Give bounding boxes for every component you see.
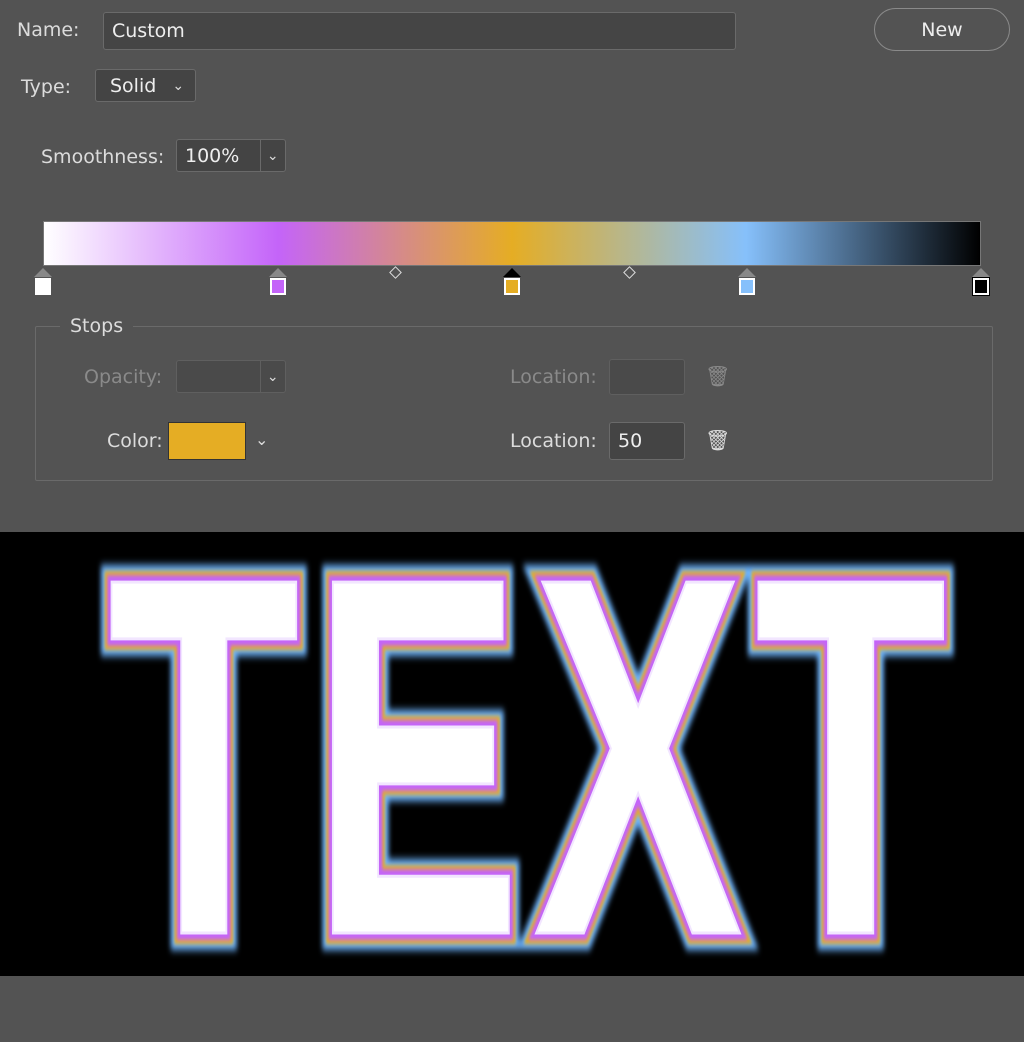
type-select[interactable]: Solid ⌄: [95, 69, 196, 102]
color-location-label: Location:: [510, 430, 597, 452]
stop-swatch: [738, 278, 755, 295]
stop-swatch: [972, 277, 990, 296]
preview-text: TEXT: [107, 472, 959, 1042]
type-value: Solid: [110, 74, 157, 97]
stop-swatch: [269, 278, 286, 295]
midpoint-diamond-icon[interactable]: [388, 266, 402, 279]
chevron-down-icon: ⌄: [172, 77, 185, 94]
opacity-label: Opacity:: [84, 366, 163, 388]
midpoint-diamond-icon[interactable]: [623, 266, 637, 279]
type-label: Type:: [21, 76, 72, 98]
smoothness-input[interactable]: 100% ⌄: [176, 139, 286, 172]
gradient-bar[interactable]: [43, 221, 981, 266]
opacity-location-label: Location:: [510, 366, 597, 388]
smoothness-value: 100%: [185, 144, 240, 167]
stop-marker-icon: [34, 268, 52, 277]
stops-title: Stops: [70, 315, 124, 337]
color-stop[interactable]: [971, 268, 991, 296]
stop-swatch: [35, 278, 51, 295]
color-stop[interactable]: [502, 268, 522, 295]
stop-marker-icon: [503, 268, 521, 277]
color-stop[interactable]: [33, 268, 53, 295]
stop-marker-icon: [737, 268, 756, 277]
delete-stop-icon[interactable]: 🗑: [705, 428, 730, 452]
smoothness-label: Smoothness:: [41, 146, 165, 168]
chevron-down-icon[interactable]: ⌄: [255, 430, 268, 449]
name-label: Name:: [17, 19, 80, 41]
color-stop[interactable]: [737, 268, 757, 295]
color-label: Color:: [107, 430, 163, 452]
stop-marker-icon: [268, 268, 287, 277]
chevron-down-icon: ⌄: [259, 361, 286, 392]
color-location-input[interactable]: 50: [609, 422, 685, 460]
opacity-input: ⌄: [176, 360, 286, 393]
opacity-location-input: [609, 359, 685, 395]
color-swatch[interactable]: [168, 422, 246, 460]
new-button[interactable]: New: [874, 8, 1010, 51]
trash-icon: 🗑: [705, 364, 731, 388]
stop-swatch: [504, 278, 520, 295]
text-preview: TEXT TEXT TEXT TEXT: [0, 472, 1024, 1042]
color-stop[interactable]: [268, 268, 288, 295]
chevron-down-icon[interactable]: ⌄: [259, 140, 286, 171]
stop-marker-icon: [972, 268, 990, 277]
name-input[interactable]: Custom: [103, 12, 736, 50]
